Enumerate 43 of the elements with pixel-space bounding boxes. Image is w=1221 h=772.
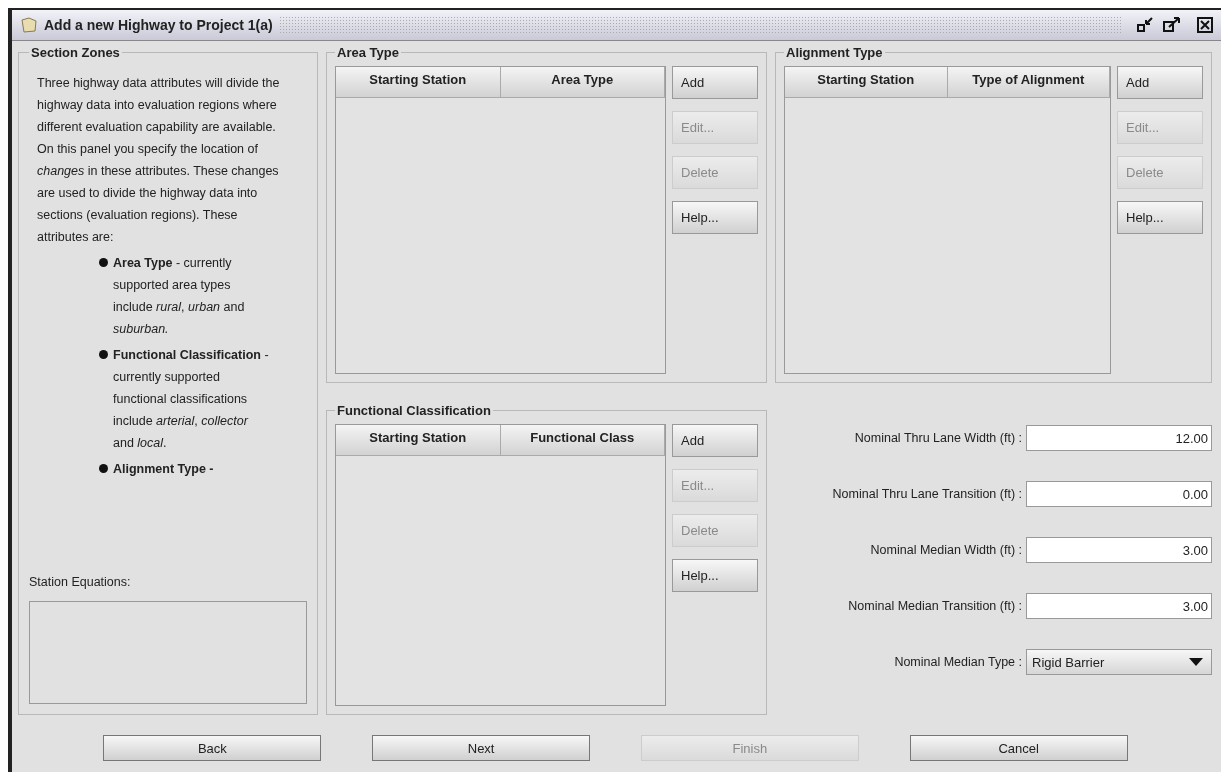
bullet-icon <box>99 350 108 359</box>
field-label: Nominal Median Type : <box>894 655 1022 669</box>
bullet-text: Functional Classification - currently supported functional classifications include arterial, collector and local. <box>113 347 270 452</box>
field-label: Nominal Thru Lane Width (ft) : <box>854 431 1022 445</box>
column-header[interactable]: Starting Station <box>336 425 501 456</box>
side-button[interactable]: Add <box>672 66 758 99</box>
field-label: Nominal Median Transition (ft) : <box>848 599 1022 613</box>
panel-title: Alignment Type <box>785 45 884 60</box>
input-field[interactable]: 12.00 <box>1026 425 1212 451</box>
bullet-icon <box>99 464 108 473</box>
folder-icon <box>20 16 38 34</box>
input-field[interactable]: 0.00 <box>1026 481 1212 507</box>
close-icon[interactable] <box>1197 17 1213 33</box>
side-button[interactable]: Help... <box>672 559 758 592</box>
panel-title: Area Type <box>336 45 400 60</box>
description-text: Three highway data attributes will divide the highway data into evaluation regions where different evaluation capability are available. On this panel you specify the location of changes in these attributes. These changes are used to divide the highway data into sections (evaluation regions). These attributes are: <box>37 75 281 246</box>
column-header[interactable]: Type of Alignment <box>947 67 1110 98</box>
panel-title: Functional Classification <box>336 403 492 418</box>
column-header[interactable]: Functional Class <box>500 425 665 456</box>
maximize-icon[interactable] <box>1163 17 1183 33</box>
column-header[interactable]: Area Type <box>500 67 665 98</box>
field-label: Nominal Thru Lane Transition (ft) : <box>832 487 1022 501</box>
station-equations-label: Station Equations: <box>29 575 132 590</box>
station-equations-field[interactable] <box>29 601 307 704</box>
panel-title: Section Zones <box>30 45 121 60</box>
side-button[interactable]: Help... <box>1117 201 1203 234</box>
bullet-text: Area Type - currently supported area types include rural, urban and suburban. <box>113 255 246 338</box>
caret-icon <box>1189 658 1203 666</box>
bullet-icon <box>99 258 108 267</box>
input-field[interactable]: 3.00 <box>1026 537 1212 563</box>
side-button[interactable]: Help... <box>672 201 758 234</box>
side-button[interactable]: Add <box>1117 66 1203 99</box>
column-header[interactable]: Starting Station <box>336 67 501 98</box>
dropdown[interactable]: Rigid Barrier <box>1026 649 1212 675</box>
field-label: Nominal Median Width (ft) : <box>870 543 1022 557</box>
window-title: Add a new Highway to Project 1(a) <box>44 17 273 33</box>
side-button[interactable]: Add <box>672 424 758 457</box>
column-header[interactable]: Starting Station <box>785 67 948 98</box>
input-field[interactable]: 3.00 <box>1026 593 1212 619</box>
bullet-text: Alignment Type - <box>113 461 215 478</box>
nav-button[interactable]: Next <box>372 735 591 761</box>
nav-button[interactable]: Cancel <box>909 735 1128 761</box>
nav-button[interactable]: Back <box>103 735 322 761</box>
